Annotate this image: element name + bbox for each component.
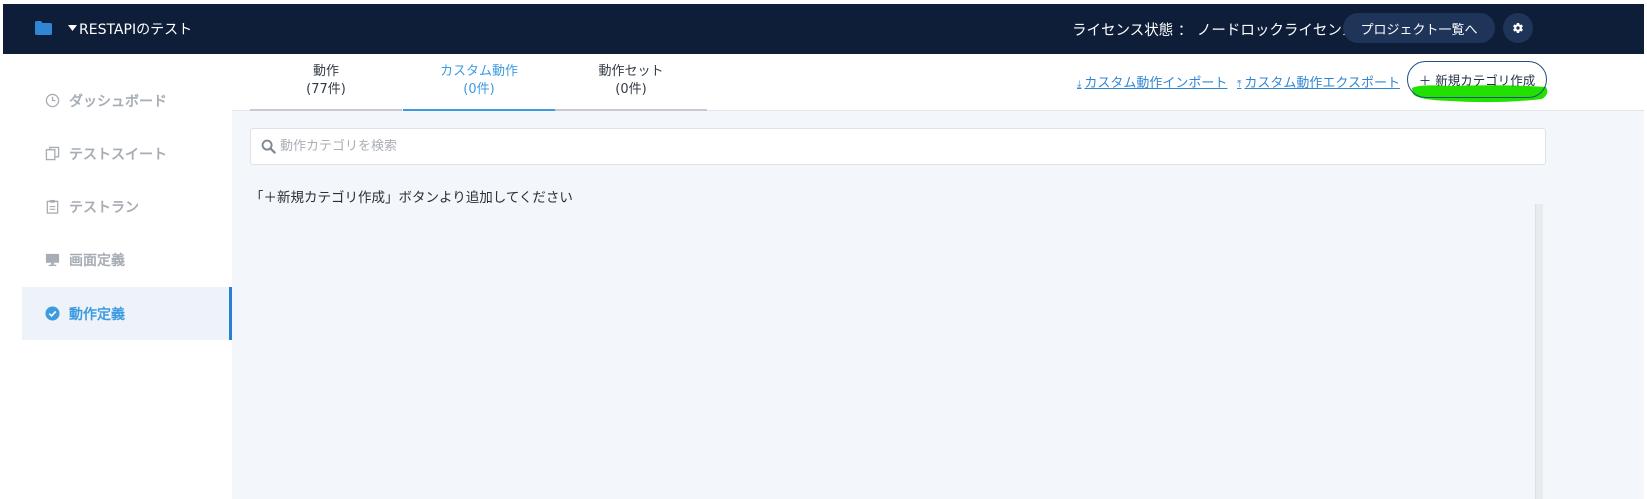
caret-down-icon[interactable] [68, 25, 77, 31]
project-list-button[interactable]: プロジェクト一覧へ [1343, 13, 1495, 43]
search-icon [261, 139, 276, 154]
license-status: ライセンス状態 ： ノードロックライセンス [1072, 23, 1357, 39]
empty-state-message: 「＋新規カテゴリ作成」ボタンより追加してください [250, 190, 573, 206]
category-search-box[interactable] [250, 128, 1546, 165]
tab-count: (0件) [463, 82, 495, 97]
sidebar-item-label: テストラン [69, 199, 139, 216]
export-custom-actions-link[interactable]: ⤒ カスタム動作エクスポート [1237, 72, 1400, 91]
tab-count: (0件) [615, 82, 647, 97]
sidebar-item-label: 画面定義 [69, 252, 125, 269]
sidebar-item-dashboard[interactable]: ダッシュボード [22, 74, 232, 127]
tab-custom-actions[interactable]: カスタム動作 (0件) [403, 54, 555, 111]
export-label: カスタム動作エクスポート [1244, 76, 1401, 91]
sidebar-item-label: テストスイート [69, 146, 167, 163]
tab-label: 動作 [312, 64, 339, 79]
sidebar: ダッシュボード テストスイート テストラン 画面定義 動作定義 [3, 54, 232, 499]
sidebar-item-test-suite[interactable]: テストスイート [22, 127, 232, 180]
tab-bar: 動作 (77件) カスタム動作 (0件) 動作セット (0件) ⤓ カスタム動作イ… [232, 54, 1644, 111]
sidebar-item-action-definition[interactable]: 動作定義 [22, 287, 232, 340]
clipboard-icon [46, 199, 59, 214]
download-icon: ⤓ [1077, 79, 1082, 90]
check-circle-icon [45, 306, 60, 321]
copy-icon [45, 146, 60, 161]
folder-icon[interactable] [35, 21, 52, 35]
app-window: RESTAPIのテスト ライセンス状態 ： ノードロックライセンス プロジェクト… [3, 4, 1644, 499]
import-label: カスタム動作インポート [1084, 76, 1228, 91]
top-header: RESTAPIのテスト ライセンス状態 ： ノードロックライセンス プロジェクト… [3, 4, 1644, 54]
upload-icon: ⤒ [1237, 79, 1242, 90]
monitor-icon [45, 253, 60, 267]
search-input[interactable] [280, 139, 1480, 154]
tab-actions[interactable]: 動作 (77件) [250, 54, 402, 111]
project-name[interactable]: RESTAPIのテスト [79, 19, 192, 39]
tab-count: (77件) [306, 82, 346, 97]
clock-icon [45, 93, 60, 108]
gear-icon [1513, 23, 1523, 34]
settings-button[interactable] [1503, 13, 1533, 43]
sidebar-item-screen-definition[interactable]: 画面定義 [22, 233, 232, 286]
tab-label: 動作セット [598, 64, 664, 79]
sidebar-item-label: 動作定義 [69, 306, 125, 323]
main-content: 動作 (77件) カスタム動作 (0件) 動作セット (0件) ⤓ カスタム動作イ… [232, 54, 1644, 499]
tab-action-sets[interactable]: 動作セット (0件) [555, 54, 707, 111]
new-category-button[interactable]: ＋ 新規カテゴリ作成 [1407, 61, 1547, 98]
sidebar-item-label: ダッシュボード [69, 93, 167, 110]
tab-label: カスタム動作 [439, 64, 518, 79]
sidebar-item-test-run[interactable]: テストラン [22, 180, 232, 233]
import-custom-actions-link[interactable]: ⤓ カスタム動作インポート [1077, 72, 1227, 91]
scrollbar[interactable] [1535, 204, 1543, 499]
